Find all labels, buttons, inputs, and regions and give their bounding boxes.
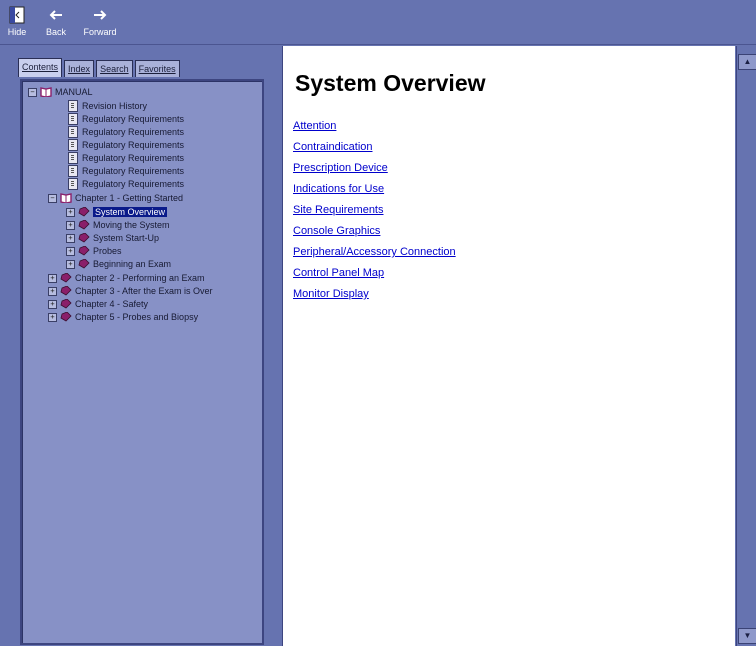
- collapse-icon[interactable]: −: [28, 87, 37, 97]
- page-icon: [68, 113, 78, 125]
- closed-book-icon: [78, 233, 90, 243]
- tree-node-chapter-1[interactable]: − Chapter 1 - Getting Started: [48, 192, 183, 204]
- expand-icon[interactable]: +: [66, 233, 75, 243]
- expand-icon[interactable]: +: [48, 312, 57, 322]
- closed-book-icon: [60, 286, 72, 296]
- scroll-down-icon[interactable]: ▼: [738, 628, 756, 644]
- expand-icon[interactable]: +: [66, 220, 75, 230]
- collapse-icon[interactable]: −: [48, 193, 57, 203]
- back-label: Back: [45, 27, 66, 37]
- closed-book-icon: [78, 259, 90, 269]
- page-title: System Overview: [295, 70, 486, 96]
- hide-label: Hide: [7, 27, 27, 37]
- link-prescription-device[interactable]: Prescription Device: [293, 158, 456, 179]
- link-indications-for-use[interactable]: Indications for Use: [293, 179, 456, 200]
- link-console-graphics[interactable]: Console Graphics: [293, 221, 456, 242]
- tab-contents[interactable]: Contents: [18, 58, 63, 77]
- tree-node-chapter-4[interactable]: + Chapter 4 - Safety: [48, 298, 148, 310]
- open-book-icon: [40, 87, 52, 97]
- link-control-panel-map[interactable]: Control Panel Map: [293, 263, 456, 284]
- closed-book-icon: [60, 312, 72, 322]
- expand-icon[interactable]: +: [66, 246, 75, 256]
- hide-button[interactable]: Hide: [4, 4, 30, 42]
- tree-page[interactable]: Regulatory Requirements: [68, 126, 184, 138]
- tree-node-manual[interactable]: − MANUAL: [28, 86, 93, 98]
- tab-search[interactable]: Search: [96, 60, 133, 77]
- tree-node-chapter-5[interactable]: + Chapter 5 - Probes and Biopsy: [48, 311, 198, 323]
- expand-icon[interactable]: +: [66, 207, 75, 217]
- closed-book-icon: [60, 299, 72, 309]
- tree-node-system-start-up[interactable]: + System Start-Up: [66, 232, 159, 244]
- page-icon: [68, 139, 78, 151]
- page-icon: [68, 178, 78, 190]
- back-arrow-icon: [49, 4, 63, 26]
- link-attention[interactable]: Attention: [293, 116, 456, 137]
- tree-node-chapter-2[interactable]: + Chapter 2 - Performing an Exam: [48, 272, 205, 284]
- forward-arrow-icon: [93, 4, 107, 26]
- tree-page[interactable]: Regulatory Requirements: [68, 178, 184, 190]
- vertical-scrollbar[interactable]: ▲ ▼: [736, 46, 756, 646]
- forward-label: Forward: [83, 27, 117, 37]
- topic-links: Attention Contraindication Prescription …: [293, 116, 456, 305]
- expand-icon[interactable]: +: [48, 299, 57, 309]
- expand-icon[interactable]: +: [48, 273, 57, 283]
- scroll-up-icon[interactable]: ▲: [738, 54, 756, 70]
- contents-tree[interactable]: − MANUAL Revision History Regulatory Req…: [20, 79, 264, 645]
- link-peripheral-accessory-connection[interactable]: Peripheral/Accessory Connection: [293, 242, 456, 263]
- page-icon: [68, 126, 78, 138]
- navigation-pane: Contents Index Search Favorites − MANUAL…: [0, 46, 280, 646]
- tab-index[interactable]: Index: [64, 60, 95, 77]
- link-monitor-display[interactable]: Monitor Display: [293, 284, 456, 305]
- tree-node-chapter-3[interactable]: + Chapter 3 - After the Exam is Over: [48, 285, 213, 297]
- tree-page[interactable]: Regulatory Requirements: [68, 113, 184, 125]
- tree-node-probes[interactable]: + Probes: [66, 245, 122, 257]
- page-icon: [68, 165, 78, 177]
- tree-page[interactable]: Revision History: [68, 100, 147, 112]
- tree-node-moving-the-system[interactable]: + Moving the System: [66, 219, 170, 231]
- open-book-icon: [60, 193, 72, 203]
- closed-book-icon: [78, 220, 90, 230]
- tree-node-system-overview[interactable]: + System Overview: [66, 206, 168, 218]
- closed-book-icon: [78, 246, 90, 256]
- nav-tabs: Contents Index Search Favorites: [18, 58, 182, 78]
- expand-icon[interactable]: +: [48, 286, 57, 296]
- tab-favorites[interactable]: Favorites: [134, 60, 180, 77]
- topic-content-pane: System Overview Attention Contraindicati…: [282, 46, 735, 646]
- tree-page[interactable]: Regulatory Requirements: [68, 152, 184, 164]
- tree-page[interactable]: Regulatory Requirements: [68, 139, 184, 151]
- link-contraindication[interactable]: Contraindication: [293, 137, 456, 158]
- page-icon: [68, 100, 78, 112]
- forward-button[interactable]: Forward: [80, 4, 120, 42]
- expand-icon[interactable]: +: [66, 259, 75, 269]
- closed-book-icon: [60, 273, 72, 283]
- tree-page[interactable]: Regulatory Requirements: [68, 165, 184, 177]
- link-site-requirements[interactable]: Site Requirements: [293, 200, 456, 221]
- page-icon: [68, 152, 78, 164]
- tree-node-beginning-an-exam[interactable]: + Beginning an Exam: [66, 258, 171, 270]
- hide-pane-icon: [9, 4, 25, 26]
- toolbar: Hide Back Forward: [0, 0, 756, 45]
- closed-book-icon: [78, 207, 90, 217]
- back-button[interactable]: Back: [42, 4, 70, 42]
